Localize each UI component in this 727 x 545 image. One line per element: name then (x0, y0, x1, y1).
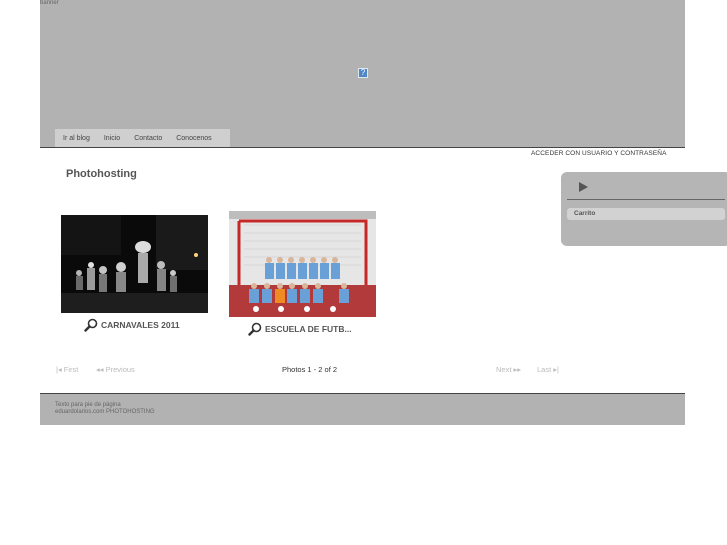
footer-text: Texto para pie de página (55, 402, 121, 408)
carnival-photo-image (61, 215, 208, 313)
page-title: Photohosting (66, 168, 137, 180)
pager-last-label: Last (537, 365, 552, 374)
magnifier-icon[interactable] (248, 322, 262, 336)
cart-link[interactable]: Carrito (567, 208, 725, 220)
banner: banner ? Ir al blog Inicio Contacto Cono… (40, 0, 685, 147)
pager-next-link[interactable]: Next ▸▸ (496, 365, 521, 374)
photo-title[interactable]: ESCUELA DE FUTB... (265, 324, 352, 334)
photo-thumbnail-escuela[interactable] (229, 211, 376, 317)
football-team-photo-image (229, 211, 376, 317)
last-page-icon: ▸| (551, 365, 559, 374)
photo-caption-escuela[interactable]: ESCUELA DE FUTB... (248, 322, 352, 336)
pager-last-link[interactable]: Last ▸| (537, 365, 559, 374)
photo-caption-carnavales[interactable]: CARNAVALES 2011 (84, 318, 180, 332)
pager-next-label: Next (496, 365, 512, 374)
next-page-icon: ▸▸ (511, 365, 522, 374)
play-icon[interactable] (579, 182, 588, 192)
main-nav: Ir al blog Inicio Contacto Conocenos (55, 129, 230, 147)
previous-page-icon: ◂◂ (96, 365, 106, 374)
nav-item-inicio[interactable]: Inicio (97, 135, 127, 142)
nav-item-conocenos[interactable]: Conocenos (169, 135, 218, 142)
pager-previous-link[interactable]: ◂◂ Previous (96, 365, 135, 374)
pager-first-label: First (63, 365, 79, 374)
pager-first-link[interactable]: |◂ First (56, 365, 78, 374)
first-page-icon: |◂ (56, 365, 64, 374)
panel-divider (567, 199, 725, 200)
side-panel: Carrito (561, 172, 727, 246)
photo-thumbnail-carnavales[interactable] (61, 215, 208, 313)
broken-image-icon: ? (358, 68, 368, 78)
photo-title[interactable]: CARNAVALES 2011 (101, 320, 180, 330)
pager-previous-label: Previous (105, 365, 135, 374)
footer-credit: eduardolarios.com PHOTOHOSTING (55, 409, 155, 415)
banner-label: banner (40, 0, 59, 6)
footer: Texto para pie de página eduardolarios.c… (40, 394, 685, 425)
nav-item-blog[interactable]: Ir al blog (55, 135, 97, 142)
login-link[interactable]: ACCEDER CON USUARIO Y CONTRASEÑA (531, 150, 667, 157)
nav-item-contacto[interactable]: Contacto (127, 135, 169, 142)
header-divider (40, 147, 685, 148)
pager-info: Photos 1 - 2 of 2 (282, 365, 338, 374)
magnifier-icon[interactable] (84, 318, 98, 332)
